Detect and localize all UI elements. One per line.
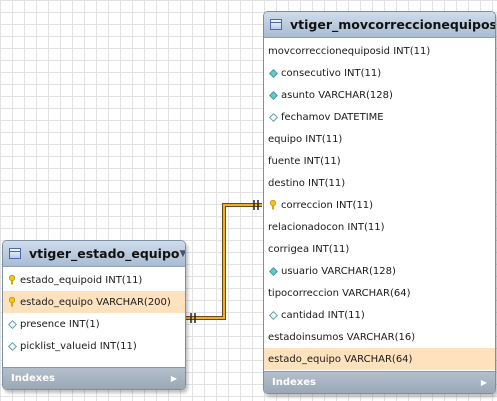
column-label: tipocorreccion VARCHAR(64) [268,287,411,299]
column-row[interactable]: asunto VARCHAR(128) [264,84,495,106]
column-label: relacionadocon INT(11) [268,221,385,233]
table-header[interactable]: vtiger_movcorreccionequipos ▼ [264,12,495,38]
column-row[interactable]: relacionadocon INT(11) [264,216,495,238]
column-label: picklist_valueid INT(11) [20,340,137,352]
column-label: usuario VARCHAR(128) [281,265,396,277]
column-row[interactable]: equipo INT(11) [264,128,495,150]
key-icon [7,275,17,285]
expand-arrow-icon[interactable]: ▶ [171,374,177,383]
indexes-label: Indexes [11,373,55,384]
column-row[interactable]: picklist_valueid INT(11) [3,335,185,357]
column-row[interactable]: corrigea INT(11) [264,238,495,260]
column-label: fechamov DATETIME [281,111,384,123]
column-label: destino INT(11) [268,177,346,189]
diamond-icon [268,112,278,122]
column-row[interactable]: estado_equipo VARCHAR(200) [3,291,185,313]
column-row[interactable]: usuario VARCHAR(128) [264,260,495,282]
column-label: estadoinsumos VARCHAR(16) [268,331,416,343]
diamond-filled-icon [268,68,278,78]
column-row[interactable]: estado_equipoid INT(11) [3,269,185,291]
diamond-icon [7,319,17,329]
column-label: estado_equipoid INT(11) [20,274,143,286]
column-label: equipo INT(11) [268,133,343,145]
column-row[interactable]: tipocorreccion VARCHAR(64) [264,282,495,304]
column-row[interactable]: fuente INT(11) [264,150,495,172]
collapse-arrow-icon[interactable]: ▼ [180,249,185,259]
column-label: cantidad INT(11) [281,309,365,321]
column-label: fuente INT(11) [268,155,341,167]
key-icon [268,200,278,210]
table-title: vtiger_estado_equipo [29,246,180,261]
column-row[interactable]: fechamov DATETIME [264,106,495,128]
expand-arrow-icon[interactable]: ▶ [481,378,487,387]
indexes-footer[interactable]: Indexes ▶ [264,371,495,393]
indexes-label: Indexes [272,377,316,388]
column-row[interactable]: estado_equipo VARCHAR(64) [264,348,495,370]
column-label: asunto VARCHAR(128) [281,89,393,101]
column-list: movcorreccionequiposid INT(11) consecutiv… [264,38,495,370]
column-label: movcorreccionequiposid INT(11) [268,45,431,57]
table-header[interactable]: vtiger_estado_equipo ▼ [3,241,185,267]
table-icon [270,19,282,30]
diamond-filled-icon [268,90,278,100]
table-vtiger-movcorreccionequipos[interactable]: vtiger_movcorreccionequipos ▼ movcorrecc… [263,11,496,394]
diamond-filled-icon [268,266,278,276]
column-label: estado_equipo VARCHAR(200) [20,296,171,308]
column-row[interactable]: correccion INT(11) [264,194,495,216]
diamond-icon [7,341,17,351]
column-label: correccion INT(11) [281,199,374,211]
column-label: corrigea INT(11) [268,243,350,255]
column-label: estado_equipo VARCHAR(64) [268,353,413,365]
table-vtiger-estado-equipo[interactable]: vtiger_estado_equipo ▼ estado_equipoid I… [2,240,186,390]
table-title: vtiger_movcorreccionequipos [290,17,496,32]
diamond-icon [268,310,278,320]
column-row[interactable]: estadoinsumos VARCHAR(16) [264,326,495,348]
indexes-footer[interactable]: Indexes ▶ [3,367,185,389]
column-row[interactable]: cantidad INT(11) [264,304,495,326]
column-label: consecutivo INT(11) [281,67,382,79]
key-icon [7,297,17,307]
column-list: estado_equipoid INT(11) estado_equipo VAR… [3,267,185,357]
column-row[interactable]: presence INT(1) [3,313,185,335]
column-label: presence INT(1) [20,318,100,330]
column-row[interactable]: consecutivo INT(11) [264,62,495,84]
table-icon [9,248,21,259]
column-row[interactable]: destino INT(11) [264,172,495,194]
column-row[interactable]: movcorreccionequiposid INT(11) [264,40,495,62]
